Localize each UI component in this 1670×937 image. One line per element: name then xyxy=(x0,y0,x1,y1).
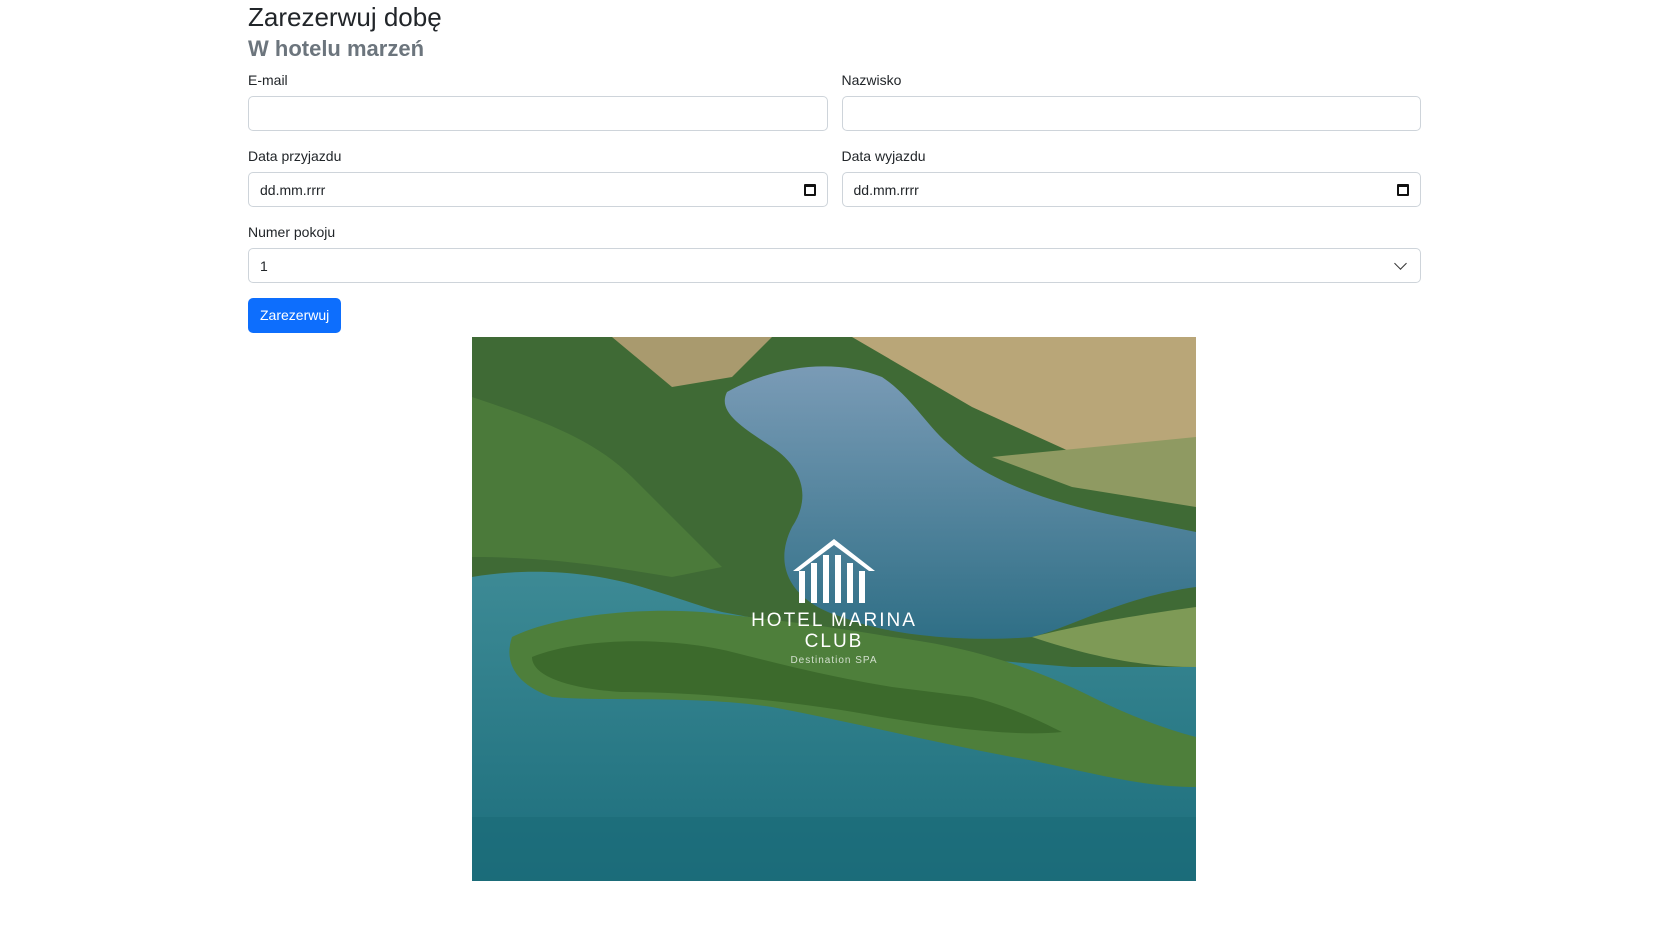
booking-container: Zarezerwuj dobę W hotelu marzeń E-mail N… xyxy=(248,0,1421,333)
surname-group: Nazwisko xyxy=(841,71,1421,131)
departure-label: Data wyjazdu xyxy=(841,148,926,164)
page-title: Zarezerwuj dobę xyxy=(248,2,442,32)
actions: Zarezerwuj xyxy=(248,298,1421,333)
calendar-icon[interactable] xyxy=(1397,183,1409,196)
arrival-group: Data przyjazdu dd.mm.rrrr xyxy=(248,147,828,207)
logo-tagline: Destination SPA xyxy=(790,655,878,666)
room-label: Numer pokoju xyxy=(248,224,336,240)
calendar-icon[interactable] xyxy=(803,183,816,196)
building-logo-icon xyxy=(793,539,875,603)
departure-date-value: dd.mm.rrrr xyxy=(853,181,919,198)
arrival-date-field[interactable]: dd.mm.rrrr xyxy=(248,172,828,207)
email-group: E-mail xyxy=(248,71,828,131)
email-label: E-mail xyxy=(248,72,288,88)
chevron-down-icon xyxy=(1394,257,1407,270)
departure-group: Data wyjazdu dd.mm.rrrr xyxy=(841,147,1421,207)
arrival-date-value: dd.mm.rrrr xyxy=(260,181,326,198)
room-selected-value: 1 xyxy=(260,257,268,274)
room-select[interactable]: 1 xyxy=(248,248,1421,283)
room-group: Numer pokoju 1 xyxy=(248,223,1421,283)
logo-name-line2: CLUB xyxy=(804,631,864,652)
departure-date-field[interactable]: dd.mm.rrrr xyxy=(841,172,1421,207)
row-email-surname: E-mail Nazwisko xyxy=(248,71,1421,131)
hotel-aerial-image: HOTEL MARINA CLUB Destination SPA xyxy=(472,337,1196,881)
page-subtitle: W hotelu marzeń xyxy=(248,36,425,61)
logo-name-line1: HOTEL MARINA xyxy=(751,610,917,631)
email-field[interactable] xyxy=(248,96,828,131)
surname-field[interactable] xyxy=(841,96,1421,131)
reserve-button[interactable]: Zarezerwuj xyxy=(248,298,342,333)
surname-label: Nazwisko xyxy=(841,72,902,88)
hotel-logo: HOTEL MARINA CLUB Destination SPA xyxy=(472,537,1196,666)
arrival-label: Data przyjazdu xyxy=(248,148,342,164)
row-dates: Data przyjazdu dd.mm.rrrr Data wyjazdu d… xyxy=(248,147,1421,207)
